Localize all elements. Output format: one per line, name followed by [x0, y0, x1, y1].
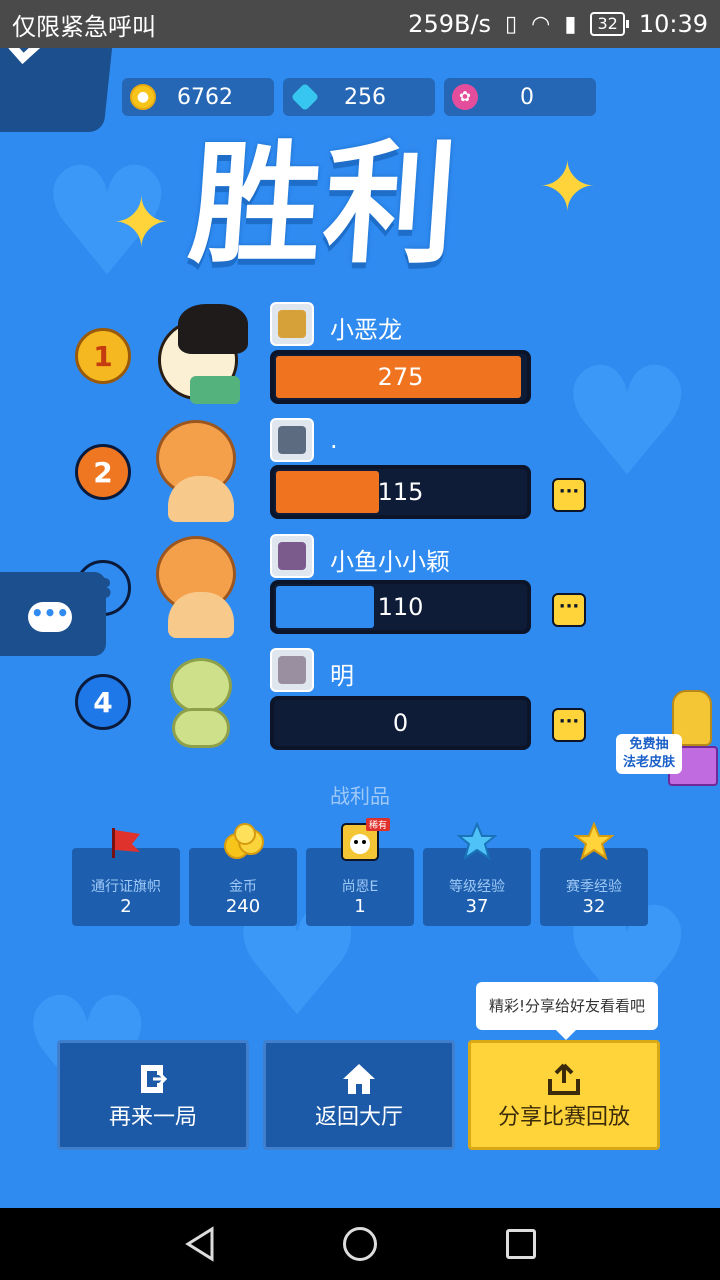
diamond-counter: 256	[283, 78, 435, 116]
loot-count: 2	[120, 896, 132, 917]
loot-item: 赛季经验 32	[540, 821, 648, 926]
nav-recents-icon[interactable]	[506, 1229, 536, 1259]
sparkle-icon: ✦	[112, 182, 171, 264]
game-result-screen: ♥ ♥ ♥ ♥ ♥ ● 6762 256 ✿ 0 ✦ 胜利 ✦ 1 小恶龙 27…	[0, 48, 720, 1208]
loot-count: 32	[582, 896, 606, 917]
more-options-button[interactable]: ···	[552, 593, 586, 627]
free-skin-label: 免费抽 法老皮肤	[616, 734, 682, 774]
chat-bubble-icon: •••	[28, 602, 72, 632]
loot-name: 尚恩E	[341, 879, 379, 895]
score-bar: 115	[270, 465, 531, 519]
flower-counter: ✿ 0	[444, 78, 596, 116]
nav-home-icon[interactable]	[343, 1227, 377, 1261]
vibrate-icon: ▯	[505, 11, 518, 37]
battery-icon: 32	[590, 12, 630, 36]
player-avatar[interactable]	[270, 534, 314, 578]
tiger-avatar	[150, 532, 255, 638]
loot-count: 1	[354, 896, 366, 917]
score-bar: 110	[270, 580, 531, 634]
share-tooltip: 精彩!分享给好友看看吧	[476, 982, 658, 1040]
wifi-icon: ◠	[531, 11, 551, 37]
coin-value: 6762	[177, 84, 233, 110]
loot-count: 240	[225, 896, 261, 917]
player-name: .	[330, 426, 338, 454]
coins-icon	[223, 822, 264, 862]
flower-value: 0	[520, 84, 534, 110]
share-replay-label: 分享比赛回放	[497, 1105, 630, 1130]
gold-star-icon	[573, 821, 615, 862]
free-skin-line2: 法老皮肤	[622, 755, 675, 770]
tiger-avatar	[150, 416, 255, 522]
chat-button[interactable]: •••	[0, 572, 106, 656]
rare-badge: 稀有	[366, 818, 391, 831]
player-avatar[interactable]	[270, 418, 314, 462]
free-skin-promo[interactable]: 免费抽 法老皮肤	[616, 684, 720, 794]
player-avatar[interactable]	[270, 648, 314, 692]
snake-avatar	[150, 648, 255, 753]
rank-badge: 1	[75, 328, 131, 384]
replay-icon	[135, 1061, 171, 1097]
loot-item: 等级经验 37	[423, 821, 531, 926]
score-value: 115	[377, 478, 424, 506]
coin-counter: ● 6762	[122, 78, 274, 116]
clock: 10:39	[638, 10, 708, 38]
back-arrow-icon	[8, 48, 51, 64]
back-button[interactable]	[0, 48, 113, 132]
loot-name: 等级经验	[449, 879, 505, 895]
loot-name: 赛季经验	[566, 879, 622, 895]
player-avatar[interactable]	[270, 302, 314, 346]
score-bar: 0	[270, 696, 531, 750]
loot-item: 通行证旗帜 2	[72, 828, 180, 926]
home-icon	[341, 1061, 377, 1097]
navigation-bar	[0, 1208, 720, 1280]
victory-title: 胜利	[184, 128, 464, 282]
blue-star-icon	[456, 821, 498, 862]
loot-name: 通行证旗帜	[91, 879, 161, 895]
share-replay-button[interactable]: 分享比赛回放	[468, 1040, 660, 1150]
player-name: 小鱼小小颖	[330, 548, 450, 576]
return-lobby-button[interactable]: 返回大厅	[263, 1040, 455, 1150]
play-again-label: 再来一局	[108, 1105, 197, 1130]
network-speed: 259B/s	[408, 10, 492, 38]
free-skin-line1: 免费抽	[629, 737, 669, 752]
loot-item: 稀有 尚恩E 1	[306, 818, 414, 926]
more-options-button[interactable]: ···	[552, 478, 586, 512]
player-name: 小恶龙	[330, 316, 402, 344]
loot-item: 金币 240	[189, 823, 297, 926]
diamond-value: 256	[344, 84, 386, 110]
carrier-text: 仅限紧急呼叫	[12, 12, 156, 41]
nav-back-icon[interactable]	[184, 1226, 216, 1262]
rank-badge: 4	[75, 674, 131, 730]
return-lobby-label: 返回大厅	[314, 1105, 403, 1130]
score-bar: 275	[270, 350, 531, 404]
score-value: 110	[377, 593, 424, 621]
loot-title: 战利品	[330, 784, 390, 808]
share-upload-icon	[546, 1061, 582, 1097]
score-value: 0	[392, 709, 409, 737]
flower-icon: ✿	[452, 84, 478, 110]
sim-icon: ▮	[564, 11, 577, 37]
loot-name: 金币	[229, 879, 257, 895]
flag-icon	[106, 822, 146, 862]
player-name: 明	[330, 662, 354, 690]
status-bar: 仅限紧急呼叫 259B/s ▯ ◠ ▮ 32 10:39	[0, 0, 720, 48]
rank-badge: 2	[75, 444, 131, 500]
play-again-button[interactable]: 再来一局	[57, 1040, 249, 1150]
sparkle-icon: ✦	[538, 146, 597, 228]
player-character-avatar	[150, 300, 255, 405]
score-value: 275	[377, 363, 424, 391]
loot-count: 37	[465, 896, 489, 917]
more-options-button[interactable]: ···	[552, 708, 586, 742]
coin-icon: ●	[130, 84, 156, 110]
background-heart-icon: ♥	[560, 336, 695, 510]
